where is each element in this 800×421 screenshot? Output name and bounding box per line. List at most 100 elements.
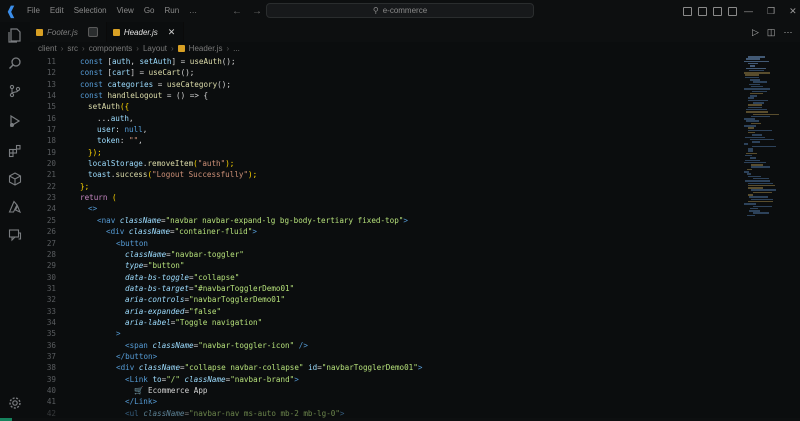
toggle-primary-sidebar-icon[interactable]: [683, 6, 692, 16]
minimize-icon[interactable]: —: [744, 6, 753, 16]
code-token: className: [184, 374, 226, 384]
code-token: auth: [110, 113, 130, 123]
menu-run[interactable]: Run: [159, 0, 184, 22]
toggle-secondary-sidebar-icon[interactable]: [713, 6, 722, 16]
azure-icon[interactable]: [6, 198, 24, 216]
run-file-icon[interactable]: ▷: [752, 27, 759, 38]
breadcrumb-item[interactable]: components: [89, 44, 133, 53]
code-token: categories: [107, 79, 154, 89]
code-token: const: [80, 91, 103, 101]
code-token: setAuth: [139, 57, 172, 66]
code-line: 40 🛒 Ecommerce App: [30, 385, 742, 396]
restore-icon[interactable]: ❐: [767, 6, 775, 17]
code-text: return (: [80, 192, 117, 203]
breadcrumb-item[interactable]: client: [38, 44, 57, 53]
minimap-line: [746, 152, 757, 155]
breadcrumb-item[interactable]: Header.js: [189, 44, 223, 53]
code-token: success: [115, 170, 148, 180]
code-token: toast: [88, 170, 111, 180]
menu-selection[interactable]: Selection: [69, 0, 112, 22]
command-center-search[interactable]: ⚲ e-commerce: [266, 3, 534, 18]
run-debug-icon[interactable]: [6, 112, 24, 130]
code-text: const [auth, setAuth] = useAuth();: [80, 56, 236, 67]
code-token: ] =: [171, 57, 190, 66]
breadcrumb-item[interactable]: Layout: [143, 44, 167, 53]
breadcrumb: client › src › components › Layout › Hea…: [38, 42, 240, 54]
tab-close-icon[interactable]: [87, 27, 98, 37]
chat-icon[interactable]: [6, 226, 24, 244]
code-text: <nav className="navbar navbar-expand-lg …: [97, 215, 408, 226]
tab-header[interactable]: Header.js ✕: [106, 22, 185, 42]
tab-footer[interactable]: Footer.js: [30, 22, 107, 42]
line-number: 33: [46, 306, 56, 316]
minimap[interactable]: [742, 56, 796, 226]
close-window-icon[interactable]: ✕: [789, 6, 797, 17]
minimap-line: [745, 136, 765, 138]
minimap-line: [745, 159, 760, 161]
js-file-icon: [177, 44, 185, 52]
minimap-line: [750, 207, 758, 210]
line-number: 26: [46, 227, 56, 237]
code-text: </Link>: [125, 396, 157, 407]
code-token: return: [80, 193, 108, 203]
tab-label: Footer.js: [47, 27, 78, 37]
code-line: 18 token: "",: [30, 135, 742, 146]
customize-layout-icon[interactable]: [728, 6, 737, 16]
back-arrow-icon[interactable]: ←: [232, 6, 242, 17]
menu-go[interactable]: Go: [139, 0, 160, 22]
line-number: 11: [46, 57, 56, 66]
chevron-right-icon: ›: [136, 43, 139, 53]
minimap-line: [748, 200, 773, 203]
code-token: div: [110, 227, 125, 237]
line-number: 14: [46, 91, 56, 101]
minimap-line: [751, 122, 761, 125]
code-token: const: [80, 79, 103, 89]
code-line: 25 <nav className="navbar navbar-expand-l…: [30, 215, 742, 226]
menu-file[interactable]: File: [22, 0, 45, 22]
more-actions-icon[interactable]: ⋯: [783, 27, 792, 38]
minimap-line: [747, 168, 752, 171]
breadcrumb-item[interactable]: ...: [233, 44, 240, 53]
menu-more[interactable]: …: [184, 0, 202, 22]
line-number: 35: [46, 329, 56, 339]
line-number: 21: [46, 170, 56, 180]
tab-close-icon[interactable]: ✕: [168, 27, 176, 38]
code-token: ,: [138, 136, 143, 146]
forward-arrow-icon[interactable]: →: [252, 6, 262, 17]
settings-gear-icon[interactable]: [6, 394, 24, 412]
code-token: button: [125, 351, 153, 361]
code-line: 17 user: null,: [30, 124, 742, 135]
files-icon[interactable]: [6, 26, 24, 44]
code-text: type="button": [125, 260, 184, 271]
code-token: aria-expanded: [125, 306, 185, 316]
menu-edit[interactable]: Edit: [45, 0, 69, 22]
code-token: "navbar-brand": [230, 374, 295, 384]
code-token: "": [129, 136, 139, 146]
source-control-icon[interactable]: [6, 82, 24, 100]
code-token: />: [294, 340, 308, 350]
code-line: 41 </Link>: [30, 396, 742, 407]
code-token: span: [129, 340, 148, 350]
activity-bar: [0, 22, 30, 421]
remote-explorer-icon[interactable]: [6, 170, 24, 188]
minimap-line: [753, 113, 779, 115]
code-token: className: [128, 227, 171, 237]
split-editor-icon[interactable]: ◫: [767, 27, 776, 38]
breadcrumb-item[interactable]: src: [67, 44, 78, 53]
extensions-icon[interactable]: [6, 142, 24, 160]
minimap-line: [745, 74, 759, 76]
code-text: <span className="navbar-toggler-icon" />: [125, 340, 308, 351]
code-text: </button>: [116, 351, 157, 362]
code-line: 23 return (: [30, 192, 742, 203]
chevron-right-icon: ›: [60, 43, 64, 53]
code-token: ();: [221, 57, 236, 66]
minimap-line: [749, 210, 760, 212]
code-line: 15 setAuth({: [30, 101, 742, 112]
menu-view[interactable]: View: [112, 0, 139, 22]
minimap-line: [744, 203, 756, 205]
toggle-panel-icon[interactable]: [698, 6, 707, 16]
code-editor[interactable]: 11 const [auth, setAuth] = useAuth(); 12 c…: [30, 56, 742, 421]
minimap-line: [748, 97, 754, 99]
code-text: toast.success("Logout Successfully");: [88, 169, 257, 180]
search-icon[interactable]: [6, 54, 24, 72]
